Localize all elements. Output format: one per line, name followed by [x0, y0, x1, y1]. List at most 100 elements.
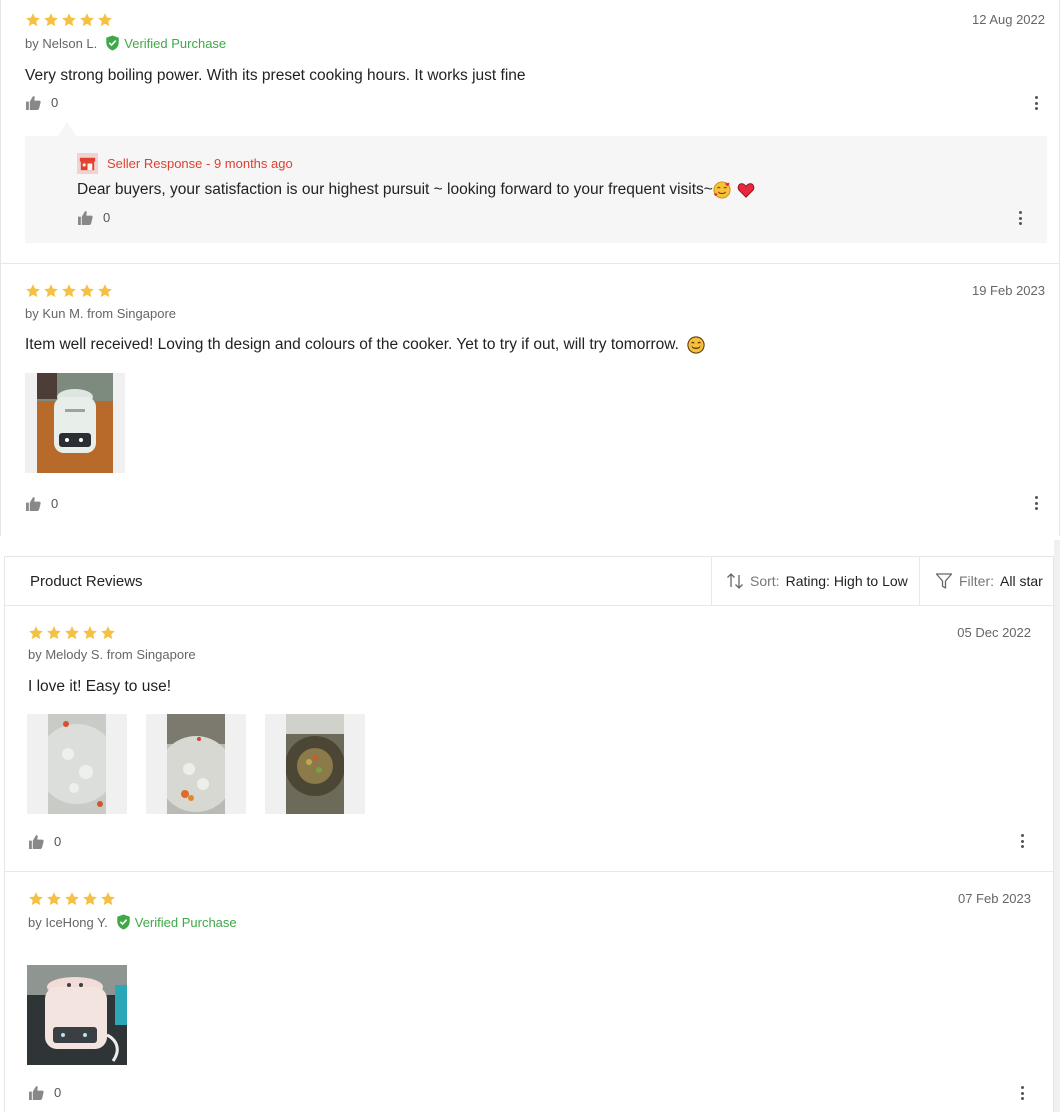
helpful-button[interactable]: 0	[29, 834, 61, 849]
star-rating	[28, 891, 116, 907]
star-icon	[62, 284, 76, 298]
star-icon	[29, 626, 43, 640]
reviews-toolbar: Product Reviews Sort: Rating: High to Lo…	[5, 557, 1053, 606]
verified-shield-icon	[106, 35, 119, 51]
helpful-button[interactable]: 0	[26, 496, 58, 511]
food-photo	[48, 714, 106, 814]
like-count: 0	[103, 210, 111, 225]
star-icon	[101, 626, 115, 640]
star-rating	[25, 283, 113, 299]
verified-shield-icon	[117, 914, 130, 930]
star-icon	[80, 13, 94, 27]
author-name: by IceHong Y.	[28, 914, 108, 930]
star-icon	[47, 892, 61, 906]
store-icon	[77, 153, 98, 174]
like-count: 0	[51, 496, 59, 511]
more-options-icon[interactable]	[1019, 211, 1023, 225]
star-rating	[25, 12, 113, 28]
star-icon	[98, 13, 112, 27]
review-photo[interactable]	[27, 965, 127, 1065]
review-item: 12 Aug 2022 by Nelson L. Verified Purcha…	[1, 0, 1059, 263]
sort-dropdown[interactable]: Sort: Rating: High to Low	[711, 557, 919, 605]
star-icon	[83, 892, 97, 906]
sort-arrows-icon	[727, 573, 743, 589]
review-text: I love it! Easy to use!	[28, 678, 172, 695]
thumbs-up-icon	[26, 496, 41, 511]
rice-cooker-photo	[27, 965, 127, 1065]
verified-badge: Verified Purchase	[105, 35, 226, 51]
star-icon	[26, 284, 40, 298]
helpful-button[interactable]: 0	[26, 95, 58, 110]
thumbs-up-icon	[29, 1085, 44, 1100]
filter-dropdown[interactable]: Filter: All star	[919, 557, 1055, 605]
review-photo[interactable]	[146, 714, 246, 814]
product-reviews-panel: Product Reviews Sort: Rating: High to Lo…	[4, 556, 1054, 1112]
verified-badge: Verified Purchase	[116, 914, 237, 930]
review-date: 12 Aug 2022	[971, 12, 1045, 27]
star-rating	[28, 625, 116, 641]
star-icon	[44, 13, 58, 27]
seller-response-body: Dear buyers, your satisfaction is our hi…	[77, 181, 713, 198]
star-icon	[65, 892, 79, 906]
food-photo	[286, 714, 344, 814]
review-text: Item well received! Loving th design and…	[25, 336, 705, 354]
star-icon	[29, 892, 43, 906]
star-icon	[62, 13, 76, 27]
review-text: Very strong boiling power. With its pres…	[25, 67, 526, 84]
like-count: 0	[54, 1085, 62, 1100]
more-options-icon[interactable]	[1021, 834, 1025, 848]
thumbs-up-icon	[29, 834, 44, 849]
star-icon	[44, 284, 58, 298]
seller-response-title: Seller Response - 9 months ago	[107, 156, 293, 171]
review-date: 19 Feb 2023	[971, 283, 1045, 298]
verified-label: Verified Purchase	[134, 914, 237, 930]
filter-value: All star	[1000, 573, 1043, 589]
food-photo	[167, 714, 225, 814]
more-options-icon[interactable]	[1035, 96, 1039, 110]
review-item: 07 Feb 2023 by IceHong Y. Verified Purch…	[5, 872, 1053, 1112]
thumbs-up-icon	[26, 95, 41, 110]
smiling-face-icon	[687, 336, 705, 354]
like-count: 0	[51, 95, 59, 110]
review-author: by IceHong Y. Verified Purchase	[28, 914, 237, 930]
seller-helpful-button[interactable]: 0	[78, 210, 110, 225]
verified-label: Verified Purchase	[124, 35, 227, 51]
section-title: Product Reviews	[30, 573, 143, 590]
seller-response: Seller Response - 9 months ago Dear buye…	[25, 136, 1047, 243]
heart-icon	[737, 183, 755, 198]
section-gap	[0, 536, 1060, 556]
star-icon	[98, 284, 112, 298]
review-date: 05 Dec 2022	[957, 625, 1031, 640]
review-author: by Melody S. from Singapore	[28, 647, 196, 662]
sort-label: Sort:	[750, 573, 780, 589]
review-photo[interactable]	[27, 714, 127, 814]
seller-response-heading: Seller Response - 9 months ago	[77, 153, 293, 174]
filter-funnel-icon	[935, 573, 953, 589]
review-date: 07 Feb 2023	[957, 891, 1031, 906]
author-name: by Kun M. from Singapore	[25, 306, 177, 321]
filter-label: Filter:	[959, 573, 994, 589]
star-icon	[80, 284, 94, 298]
more-options-icon[interactable]	[1035, 496, 1039, 510]
review-body: Item well received! Loving th design and…	[25, 336, 679, 353]
more-options-icon[interactable]	[1021, 1086, 1025, 1100]
thumbs-up-icon	[78, 210, 93, 225]
seller-response-pointer	[58, 122, 76, 136]
review-item: 19 Feb 2023 by Kun M. from Singapore Ite…	[1, 264, 1059, 536]
smiling-face-with-hearts-icon	[713, 181, 731, 199]
reviews-pane-top: 12 Aug 2022 by Nelson L. Verified Purcha…	[0, 0, 1060, 536]
rice-cooker-photo	[37, 373, 113, 473]
review-author: by Nelson L. Verified Purchase	[25, 35, 226, 51]
star-icon	[101, 892, 115, 906]
like-count: 0	[54, 834, 62, 849]
review-item: 05 Dec 2022 by Melody S. from Singapore …	[5, 606, 1053, 871]
review-photo[interactable]	[25, 373, 125, 473]
star-icon	[47, 626, 61, 640]
sort-value: Rating: High to Low	[785, 573, 908, 589]
star-icon	[65, 626, 79, 640]
author-name: by Melody S. from Singapore	[28, 647, 196, 662]
scrollbar-track[interactable]	[1054, 540, 1060, 1112]
review-photo[interactable]	[265, 714, 365, 814]
helpful-button[interactable]: 0	[29, 1085, 61, 1100]
star-icon	[83, 626, 97, 640]
